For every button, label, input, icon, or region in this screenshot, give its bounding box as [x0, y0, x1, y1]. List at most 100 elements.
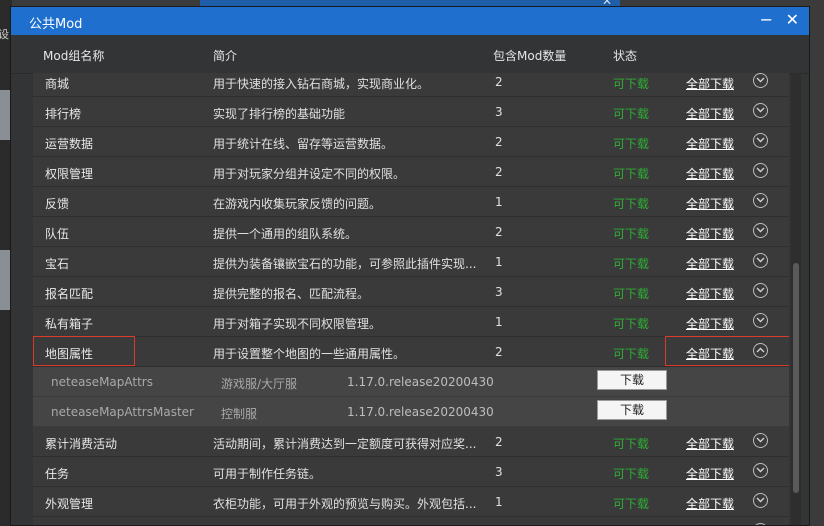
mod-count: 2 — [495, 345, 503, 359]
mod-group-desc: 提供完整的报名、匹配流程。 — [213, 287, 370, 301]
chevron-up-icon[interactable] — [753, 343, 768, 358]
table-row[interactable]: 队伍 提供一个通用的组队系统。 2 可下载 全部下载 — [33, 217, 789, 247]
table-row[interactable]: 排行榜 实现了排行榜的基础功能 3 可下载 全部下载 — [33, 97, 789, 127]
mod-group-desc: 衣柜功能，可用于外观的预览与购买。外观包括... — [213, 497, 477, 511]
download-all-link[interactable]: 全部下载 — [686, 315, 734, 332]
chevron-down-icon[interactable] — [753, 463, 768, 478]
table-row[interactable]: 私有箱子 用于对箱子实现不同权限管理。 1 可下载 全部下载 — [33, 307, 789, 337]
column-header-count: 包含Mod数量 — [493, 49, 567, 63]
mod-count: 2 — [495, 225, 503, 239]
chevron-down-icon[interactable] — [753, 493, 768, 508]
close-button[interactable]: ✕ — [786, 10, 799, 30]
chevron-down-icon[interactable] — [753, 283, 768, 298]
download-all-link[interactable]: 全部下载 — [686, 75, 734, 92]
mod-group-desc: 用于设置整个地图的一些通用属性。 — [213, 347, 406, 361]
table-row[interactable]: 累计消费活动 活动期间，累计消费达到一定额度可获得对应奖... 2 可下载 全部下载 — [33, 427, 789, 457]
mod-group-desc: 用于统计在线、留存等运营数据。 — [213, 137, 394, 151]
status-label: 可下载 — [613, 107, 650, 121]
mod-group-desc: 实现了排行榜的基础功能 — [213, 107, 346, 121]
download-all-link[interactable]: 全部下载 — [686, 165, 734, 182]
table-row[interactable]: 权限管理 用于对玩家分组并设定不同的权限。 2 可下载 全部下载 — [33, 157, 789, 187]
mod-server-type: 控制服 — [221, 407, 258, 421]
mod-group-name: 地图属性 — [45, 347, 94, 361]
download-all-link[interactable]: 全部下载 — [686, 495, 734, 512]
status-label: 可下载 — [613, 77, 650, 91]
table-row[interactable]: 外观管理 衣柜功能，可用于外观的预览与购买。外观包括... 1 可下载 全部下载 — [33, 487, 789, 517]
chevron-down-icon[interactable] — [753, 193, 768, 208]
mod-group-name: 权限管理 — [45, 167, 94, 181]
status-label: 可下载 — [613, 167, 650, 181]
chevron-down-icon[interactable] — [753, 223, 768, 238]
download-button[interactable]: 下载 — [597, 370, 667, 390]
mod-count: 3 — [495, 465, 503, 479]
download-all-link[interactable]: 全部下载 — [686, 465, 734, 482]
status-label: 可下载 — [613, 437, 650, 451]
table-row[interactable]: 报名匹配 提供完整的报名、匹配流程。 3 可下载 全部下载 — [33, 277, 789, 307]
table-header: Mod组名称 简介 包含Mod数量 状态 — [11, 35, 809, 74]
chevron-down-icon[interactable] — [753, 313, 768, 328]
minimize-button[interactable]: − — [760, 10, 773, 30]
chevron-down-icon[interactable] — [753, 253, 768, 268]
status-label: 可下载 — [613, 317, 650, 331]
mod-group-desc: 提供一个通用的组队系统。 — [213, 227, 358, 241]
download-all-link[interactable]: 全部下载 — [686, 105, 734, 122]
download-all-link[interactable]: 全部下载 — [686, 435, 734, 452]
download-all-link[interactable]: 全部下载 — [686, 195, 734, 212]
mod-id: neteaseMapAttrsMaster — [51, 405, 194, 419]
scrollbar-thumb[interactable] — [793, 263, 799, 493]
download-all-link[interactable]: 全部下载 — [686, 255, 734, 272]
status-label: 可下载 — [613, 257, 650, 271]
mod-group-name: 宝石 — [45, 257, 70, 271]
chevron-down-icon[interactable] — [753, 163, 768, 178]
mod-group-name: 排行榜 — [45, 107, 82, 121]
mod-count: 1 — [495, 315, 503, 329]
chevron-down-icon[interactable] — [753, 103, 768, 118]
mod-count: 1 — [495, 495, 503, 509]
mod-count: 1 — [495, 255, 503, 269]
mod-count: 2 — [495, 135, 503, 149]
table-row[interactable]: 跑马公告用于发送跑马公告。2可下载全部下载 — [33, 517, 789, 525]
column-header-status: 状态 — [613, 49, 638, 63]
table-row[interactable]: 任务 可用于制作任务链。 3 可下载 全部下载 — [33, 457, 789, 487]
status-label: 可下载 — [613, 137, 650, 151]
table-row[interactable]: 商城 用于快速的接入钻石商城，实现商业化。 2 可下载 全部下载 — [33, 73, 789, 97]
mod-group-name: 报名匹配 — [45, 287, 94, 301]
mod-version: 1.17.0.release20200430 — [347, 405, 494, 419]
mod-group-desc: 提供为装备镶嵌宝石的功能，可参照此插件实现... — [213, 257, 477, 271]
mod-subrow: neteaseMapAttrsMaster 控制服 1.17.0.release20… — [33, 397, 789, 427]
mod-subrow: neteaseMapAttrs 游戏服/大厅服 1.17.0.release2020… — [33, 367, 789, 397]
table-row[interactable]: 反馈 在游戏内收集玩家反馈的问题。 1 可下载 全部下载 — [33, 187, 789, 217]
column-header-desc: 简介 — [213, 49, 238, 63]
chevron-down-icon[interactable] — [753, 73, 768, 88]
chevron-down-icon[interactable] — [753, 133, 768, 148]
status-label: 可下载 — [613, 197, 650, 211]
mod-group-name: 反馈 — [45, 197, 70, 211]
mod-group-list[interactable]: 商城 用于快速的接入钻石商城，实现商业化。 2 可下载 全部下载 排行榜 实现了排行榜的基础… — [33, 73, 789, 525]
download-all-link[interactable]: 全部下载 — [686, 285, 734, 302]
table-row[interactable]: 地图属性 用于设置整个地图的一些通用属性。 2 可下载 全部下载 — [33, 336, 789, 367]
download-all-link[interactable]: 全部下载 — [686, 225, 734, 242]
mod-count: 2 — [495, 165, 503, 179]
mod-server-type: 游戏服/大厅服 — [221, 377, 298, 391]
vertical-scrollbar[interactable] — [791, 73, 801, 525]
mod-group-desc: 可用于制作任务链。 — [213, 467, 322, 481]
mod-version: 1.17.0.release20200430 — [347, 375, 494, 389]
dialog-titlebar: 公共Mod − ✕ — [11, 7, 809, 35]
mod-group-desc: 活动期间，累计消费达到一定额度可获得对应奖... — [213, 437, 477, 451]
mod-group-name: 商城 — [45, 77, 70, 91]
mod-group-name: 累计消费活动 — [45, 437, 118, 451]
chevron-down-icon[interactable] — [753, 433, 768, 448]
download-button[interactable]: 下载 — [597, 400, 667, 420]
mod-group-name: 队伍 — [45, 227, 70, 241]
dialog-title: 公共Mod — [29, 17, 83, 32]
mod-group-rows: 商城 用于快速的接入钻石商城，实现商业化。 2 可下载 全部下载 排行榜 实现了排行榜的基础… — [33, 73, 789, 525]
download-all-link[interactable]: 全部下载 — [686, 135, 734, 152]
mod-count: 1 — [495, 195, 503, 209]
mod-count: 3 — [495, 105, 503, 119]
table-row[interactable]: 宝石 提供为装备镶嵌宝石的功能，可参照此插件实现... 1 可下载 全部下载 — [33, 247, 789, 277]
public-mod-dialog: 公共Mod − ✕ Mod组名称 简介 包含Mod数量 状态 商城 用于快速的接入… — [10, 6, 810, 526]
mod-count: 3 — [495, 285, 503, 299]
table-row[interactable]: 运营数据 用于统计在线、留存等运营数据。 2 可下载 全部下载 — [33, 127, 789, 157]
download-all-link[interactable]: 全部下载 — [686, 345, 734, 362]
column-header-name: Mod组名称 — [43, 49, 105, 63]
